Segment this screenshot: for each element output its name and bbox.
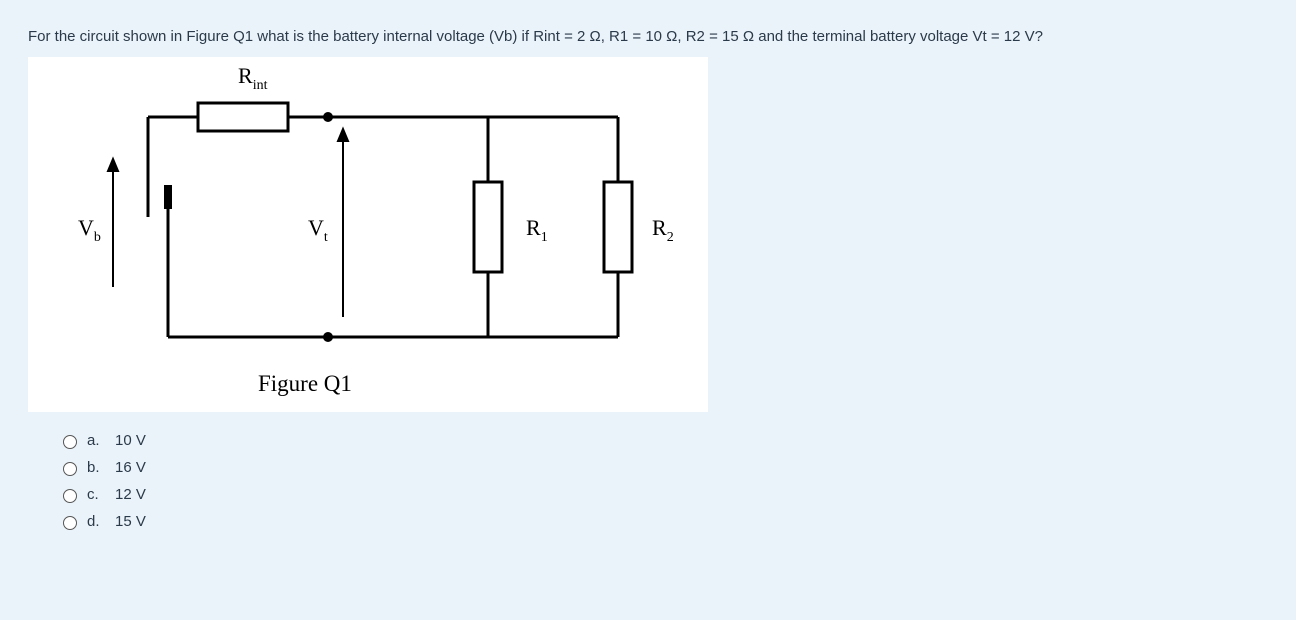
option-letter: d. [87, 513, 107, 530]
options-group: a. 10 V b. 16 V c. 12 V d. 15 V [58, 432, 1268, 530]
option-label: 10 V [115, 432, 146, 449]
circuit-svg: Rint Vb Vt R1 R2 [28, 57, 708, 412]
circuit-figure: Rint Vb Vt R1 R2 Figure Q1 [28, 57, 708, 412]
option-letter: c. [87, 486, 107, 503]
radio-c[interactable] [63, 489, 77, 503]
option-b[interactable]: b. 16 V [58, 459, 1268, 476]
option-label: 15 V [115, 513, 146, 530]
option-d[interactable]: d. 15 V [58, 513, 1268, 530]
figure-caption: Figure Q1 [258, 371, 352, 397]
option-letter: a. [87, 432, 107, 449]
option-a[interactable]: a. 10 V [58, 432, 1268, 449]
label-r1: R1 [526, 215, 548, 245]
option-label: 16 V [115, 459, 146, 476]
radio-d[interactable] [63, 516, 77, 530]
option-label: 12 V [115, 486, 146, 503]
quiz-page: For the circuit shown in Figure Q1 what … [0, 0, 1296, 620]
label-r2: R2 [652, 215, 674, 245]
option-c[interactable]: c. 12 V [58, 486, 1268, 503]
label-vb: Vb [78, 215, 101, 245]
radio-a[interactable] [63, 435, 77, 449]
label-vt: Vt [308, 215, 328, 245]
radio-b[interactable] [63, 462, 77, 476]
option-letter: b. [87, 459, 107, 476]
question-text: For the circuit shown in Figure Q1 what … [28, 28, 1268, 45]
label-rint: Rint [238, 63, 268, 93]
